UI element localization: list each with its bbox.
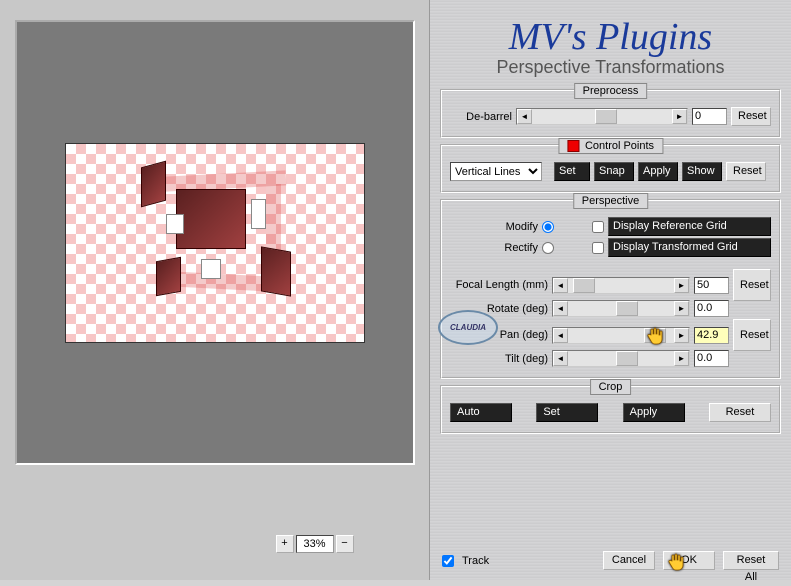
- focal-value[interactable]: 50: [694, 277, 729, 294]
- zoom-value: 33%: [296, 535, 334, 553]
- ref-grid-label[interactable]: Display Reference Grid: [608, 217, 771, 236]
- cancel-button[interactable]: Cancel: [603, 551, 655, 570]
- rectify-radio[interactable]: [542, 242, 554, 254]
- trans-grid-checkbox[interactable]: [592, 242, 604, 254]
- debarrel-slider[interactable]: ◄ ►: [516, 108, 688, 125]
- crop-title: Crop: [590, 379, 632, 395]
- pan-tilt-reset-button[interactable]: Reset: [733, 319, 771, 351]
- cp-reset-button[interactable]: Reset: [726, 162, 766, 181]
- ref-grid-checkbox[interactable]: [592, 221, 604, 233]
- cp-snap-button[interactable]: Snap: [594, 162, 634, 181]
- brand-subtitle: Perspective Transformations: [430, 57, 791, 78]
- zoom-in-button[interactable]: +: [276, 535, 294, 553]
- slider-right-arrow[interactable]: ►: [672, 109, 687, 124]
- preprocess-panel: Preprocess De-barrel ◄ ► 0 Reset: [440, 89, 781, 138]
- focal-rotate-reset-button[interactable]: Reset: [733, 269, 771, 301]
- debarrel-label: De-barrel: [450, 111, 512, 123]
- rectify-label: Rectify: [450, 242, 538, 254]
- tilt-label: Tilt (deg): [450, 353, 548, 365]
- brand-logo: MV's Plugins: [430, 15, 791, 59]
- cp-set-button[interactable]: Set: [554, 162, 590, 181]
- focal-slider[interactable]: ◄►: [552, 277, 690, 294]
- modify-label: Modify: [450, 221, 538, 233]
- crop-apply-button[interactable]: Apply: [623, 403, 685, 422]
- tilt-value[interactable]: 0.0: [694, 350, 729, 367]
- crop-auto-button[interactable]: Auto: [450, 403, 512, 422]
- cp-show-button[interactable]: Show: [682, 162, 722, 181]
- perspective-title: Perspective: [573, 193, 648, 209]
- control-points-title: Control Points: [558, 138, 663, 154]
- track-label: Track: [462, 555, 489, 567]
- tilt-slider[interactable]: ◄►: [552, 350, 690, 367]
- preprocess-title: Preprocess: [574, 83, 648, 99]
- slider-left-arrow[interactable]: ◄: [517, 109, 532, 124]
- debarrel-reset-button[interactable]: Reset: [731, 107, 771, 126]
- track-checkbox[interactable]: [442, 555, 454, 567]
- debarrel-value[interactable]: 0: [692, 108, 727, 125]
- rotate-slider[interactable]: ◄►: [552, 300, 690, 317]
- pan-slider[interactable]: ◄►: [552, 327, 690, 344]
- zoom-out-button[interactable]: −: [336, 535, 354, 553]
- control-points-color-icon: [567, 140, 579, 152]
- crop-set-button[interactable]: Set: [536, 403, 598, 422]
- trans-grid-label[interactable]: Display Transformed Grid: [608, 238, 771, 257]
- ok-button[interactable]: OK: [663, 551, 715, 570]
- perspective-panel: Perspective Modify Display Reference Gri…: [440, 199, 781, 379]
- control-points-mode-select[interactable]: Vertical Lines: [450, 162, 542, 181]
- reset-all-button[interactable]: Reset All: [723, 551, 779, 570]
- crop-reset-button[interactable]: Reset: [709, 403, 771, 422]
- preview-canvas[interactable]: [65, 143, 365, 343]
- preview-frame: [15, 20, 415, 465]
- rotate-value[interactable]: 0.0: [694, 300, 729, 317]
- focal-label: Focal Length (mm): [450, 279, 548, 291]
- control-points-panel: Control Points Vertical Lines Set Snap A…: [440, 144, 781, 193]
- modify-radio[interactable]: [542, 221, 554, 233]
- pan-value[interactable]: 42.9: [694, 327, 729, 344]
- crop-panel: Crop Auto Set Apply Reset: [440, 385, 781, 434]
- watermark-stamp: CLAUDIA: [438, 310, 498, 345]
- cp-apply-button[interactable]: Apply: [638, 162, 678, 181]
